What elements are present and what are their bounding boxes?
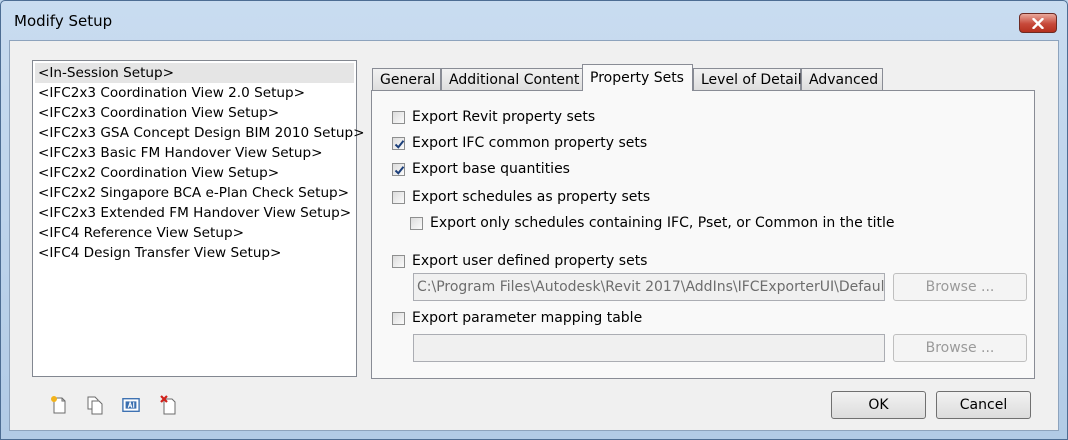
user-defined-path-field[interactable]: C:\Program Files\Autodesk\Revit 2017\Add…: [413, 273, 885, 301]
export-param-mapping-checkbox[interactable]: [392, 311, 405, 325]
export-schedules-only-option[interactable]: Export only schedules containing IFC, Ps…: [410, 215, 895, 231]
dialog-window: Modify Setup <In-Session Setup> <IFC2x3 C…: [0, 0, 1068, 440]
checkmark-icon: [394, 165, 405, 175]
export-base-quantities-label: Export base quantities: [412, 161, 570, 177]
export-base-quantities-checkbox[interactable]: [392, 162, 405, 176]
setup-list-item[interactable]: <IFC4 Design Transfer View Setup>: [35, 243, 354, 263]
tab-level-of-detail[interactable]: Level of Detail: [693, 68, 802, 90]
export-schedules-only-checkbox[interactable]: [410, 216, 423, 230]
export-param-mapping-option[interactable]: Export parameter mapping table: [392, 310, 642, 326]
export-base-quantities-option[interactable]: Export base quantities: [392, 161, 570, 177]
setup-list-item[interactable]: <IFC2x3 GSA Concept Design BIM 2010 Setu…: [35, 123, 364, 143]
export-revit-psets-label: Export Revit property sets: [412, 109, 596, 125]
checkmark-icon: [394, 139, 405, 149]
setup-list-item[interactable]: <IFC2x3 Coordination View 2.0 Setup>: [35, 83, 354, 103]
param-mapping-path-field[interactable]: [413, 334, 885, 362]
new-setup-icon[interactable]: [50, 395, 68, 415]
export-revit-psets-option[interactable]: Export Revit property sets: [392, 109, 595, 125]
tab-general[interactable]: General: [372, 68, 441, 90]
setup-list-item[interactable]: <In-Session Setup>: [35, 63, 354, 83]
ok-button[interactable]: OK: [831, 391, 926, 419]
export-user-defined-checkbox[interactable]: [392, 254, 405, 268]
close-icon: [1032, 17, 1044, 29]
export-ifc-common-option[interactable]: Export IFC common property sets: [392, 135, 647, 151]
window-title: Modify Setup: [14, 12, 113, 30]
export-schedules-option[interactable]: Export schedules as property sets: [392, 189, 650, 205]
setup-list-item[interactable]: <IFC2x3 Basic FM Handover View Setup>: [35, 143, 354, 163]
export-param-mapping-label: Export parameter mapping table: [412, 310, 643, 326]
setup-list-item[interactable]: <IFC4 Reference View Setup>: [35, 223, 354, 243]
setup-list[interactable]: <In-Session Setup> <IFC2x3 Coordination V…: [32, 60, 364, 377]
tab-property-sets[interactable]: Property Sets: [582, 64, 693, 91]
export-schedules-checkbox[interactable]: [392, 190, 405, 204]
setup-list-item[interactable]: <IFC2x2 Singapore BCA e-Plan Check Setup…: [35, 183, 354, 203]
tab-advanced[interactable]: Advanced: [801, 68, 883, 90]
export-schedules-label: Export schedules as property sets: [412, 189, 651, 205]
setup-list-item[interactable]: <IFC2x2 Coordination View Setup>: [35, 163, 354, 183]
export-user-defined-option[interactable]: Export user defined property sets: [392, 253, 647, 269]
browse-param-mapping-button[interactable]: Browse ...: [893, 334, 1027, 362]
setup-list-item[interactable]: <IFC2x3 Extended FM Handover View Setup>: [35, 203, 354, 223]
export-ifc-common-label: Export IFC common property sets: [412, 135, 648, 151]
cancel-button[interactable]: Cancel: [936, 391, 1031, 419]
property-sets-panel: Export Revit property sets Export IFC co…: [371, 90, 1035, 379]
export-revit-psets-checkbox[interactable]: [392, 110, 405, 124]
tab-additional-content[interactable]: Additional Content: [441, 68, 583, 90]
setup-list-item[interactable]: <IFC2x3 Coordination View Setup>: [35, 103, 354, 123]
duplicate-setup-icon[interactable]: [86, 395, 104, 415]
delete-setup-icon[interactable]: [160, 395, 178, 415]
rename-setup-icon[interactable]: [122, 395, 140, 415]
browse-user-defined-button[interactable]: Browse ...: [893, 273, 1027, 301]
close-button[interactable]: [1019, 13, 1057, 33]
export-schedules-only-label: Export only schedules containing IFC, Ps…: [430, 215, 895, 231]
dialog-client-area: <In-Session Setup> <IFC2x3 Coordination V…: [9, 40, 1059, 431]
export-ifc-common-checkbox[interactable]: [392, 136, 405, 150]
export-user-defined-label: Export user defined property sets: [412, 253, 648, 269]
